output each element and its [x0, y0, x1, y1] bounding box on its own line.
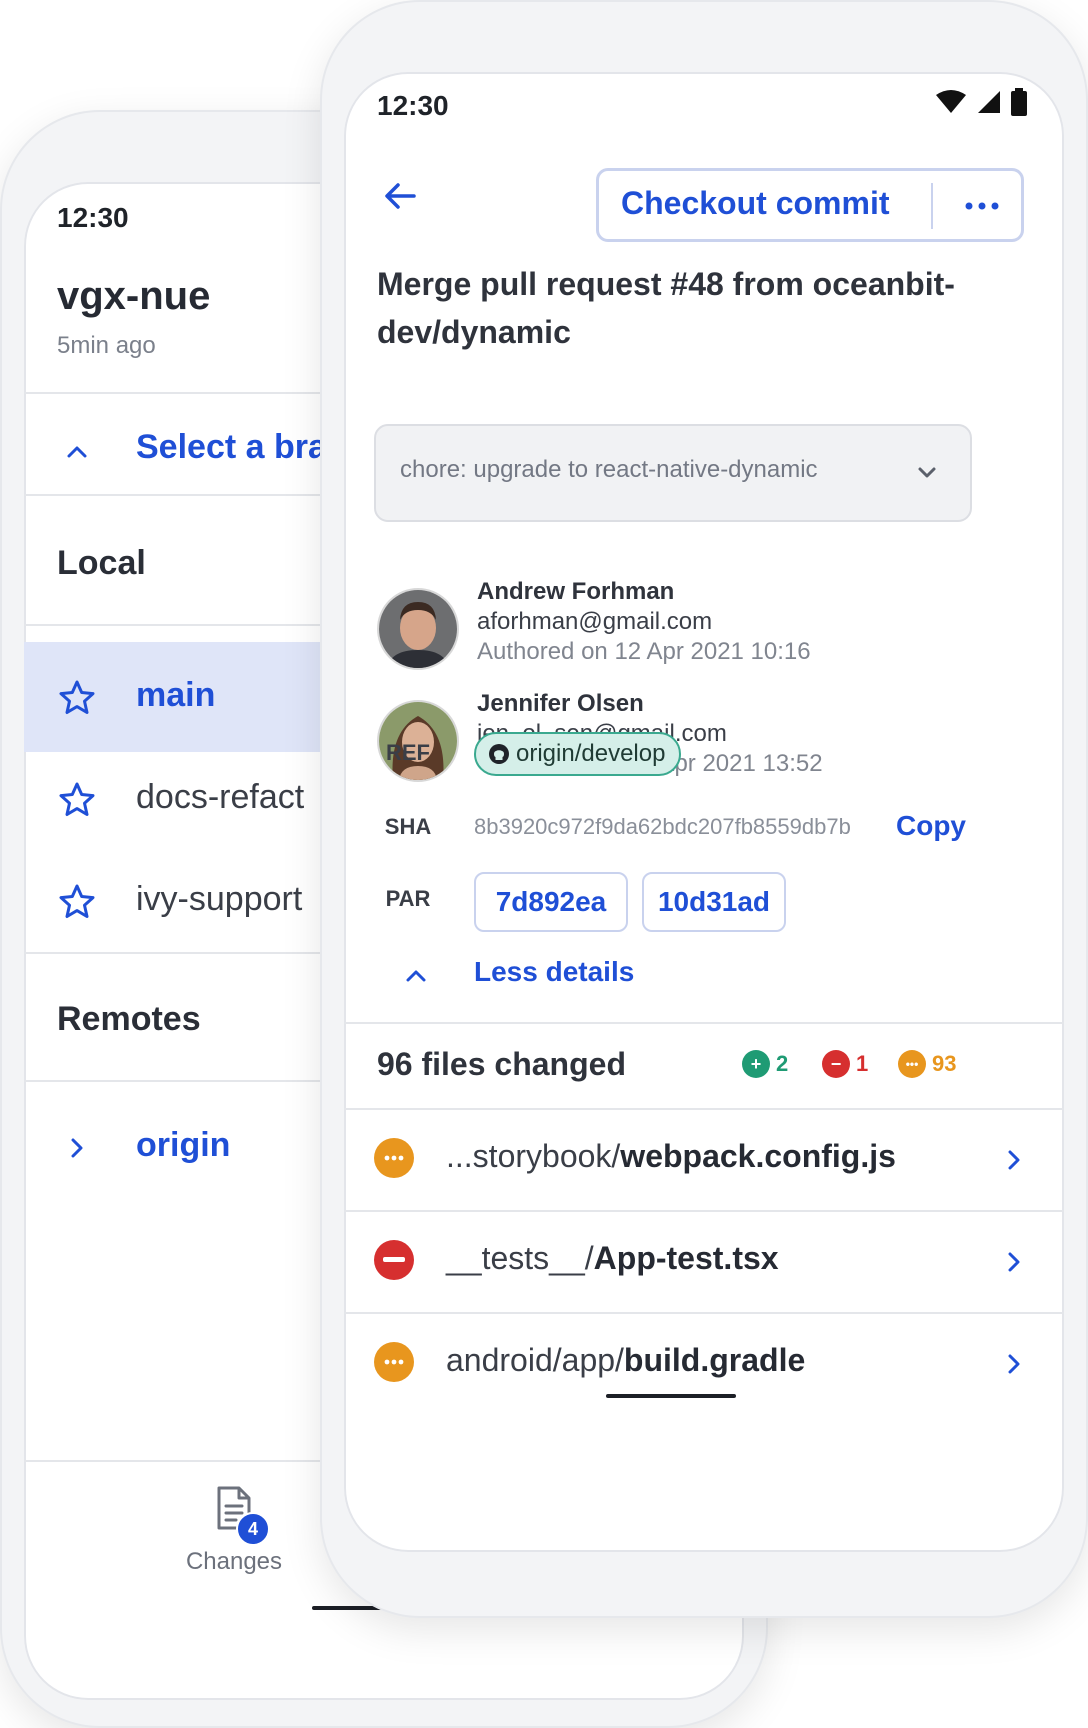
more-dots-icon	[965, 202, 999, 210]
checkout-commit-button[interactable]: Checkout commit	[621, 185, 889, 222]
sha-value: 8b3920c972f9da62bdc207fb8559db7b	[474, 814, 851, 839]
repo-name: vgx-nue	[57, 274, 211, 318]
branch-label: docs-refact	[136, 778, 305, 816]
remote-label: origin	[136, 1126, 231, 1164]
file-row[interactable]: __tests__/App-test.tsx	[344, 1212, 1064, 1312]
less-details-toggle[interactable]: Less details	[396, 956, 696, 1000]
committer-name: Jennifer Olsen	[477, 690, 644, 717]
status-icons	[934, 88, 1028, 116]
file-path: ...storybook/webpack.config.js	[446, 1138, 896, 1174]
sha-label: SHA	[384, 814, 432, 839]
star-icon[interactable]	[57, 780, 97, 820]
wifi-icon	[936, 90, 966, 113]
author-date: Authored on 12 Apr 2021 10:16	[477, 638, 811, 665]
signal-icon	[978, 91, 1000, 113]
local-section-title: Local	[57, 544, 146, 582]
modified-icon	[374, 1342, 414, 1382]
minus-icon: −	[822, 1050, 850, 1078]
commit-message-select[interactable]: chore: upgrade to react-native-dynamic	[374, 424, 972, 522]
removed-count: 1	[856, 1051, 869, 1076]
tab-label: Changes	[185, 1548, 283, 1575]
removed-icon	[374, 1240, 414, 1280]
file-row[interactable]: android/app/build.gradle	[344, 1314, 1064, 1414]
more-options-button[interactable]	[937, 171, 1027, 241]
commit-details-screen: 12:30 Checkout commit Merge pull request…	[344, 72, 1064, 1552]
file-row[interactable]: ...storybook/webpack.config.js	[344, 1110, 1064, 1210]
remotes-section-title: Remotes	[57, 1000, 201, 1038]
chevron-right-icon	[1008, 1252, 1020, 1272]
added-count: 2	[776, 1051, 789, 1076]
star-icon[interactable]	[57, 882, 97, 922]
modified-count: 93	[932, 1051, 957, 1076]
parent-commit-button[interactable]: 7d892ea	[474, 872, 628, 932]
changes-count-badge: 4	[236, 1512, 270, 1546]
github-icon	[489, 744, 509, 764]
chevron-right-icon	[1008, 1150, 1020, 1170]
files-changed-count: 96 files changed	[377, 1046, 626, 1082]
avatar	[377, 588, 459, 670]
modified-icon	[374, 1138, 414, 1178]
tab-changes[interactable]: 4 Changes	[174, 1482, 294, 1576]
commit-title: Merge pull request #48 from oceanbit-dev…	[377, 266, 955, 350]
file-path: __tests__/App-test.tsx	[446, 1240, 779, 1276]
author-name: Andrew Forhman	[477, 578, 675, 605]
chevron-right-icon	[1008, 1354, 1020, 1374]
select-branch-label: Select a bra	[136, 428, 327, 466]
status-time: 12:30	[377, 90, 449, 121]
front-phone-frame: 12:30 Checkout commit Merge pull request…	[320, 0, 1088, 1618]
author-email: aforhman@gmail.com	[477, 608, 713, 635]
less-details-label: Less details	[474, 956, 635, 987]
author-info: Andrew Forhman aforhman@gmail.com Author…	[377, 578, 997, 688]
status-time: 12:30	[57, 202, 129, 233]
checkout-commit-group: Checkout commit	[596, 168, 1024, 242]
removed-stat: − 1	[822, 1050, 868, 1078]
battery-icon	[1011, 88, 1027, 116]
back-arrow-icon[interactable]	[380, 176, 420, 216]
committer-info: Jennifer Olsen jen_ol_sen@gmail.com Comm…	[377, 690, 997, 800]
ref-badge[interactable]: origin/develop	[474, 732, 682, 776]
home-indicator[interactable]	[606, 1394, 736, 1398]
star-icon[interactable]	[57, 678, 97, 718]
commit-message-value: chore: upgrade to react-native-dynamic	[400, 456, 818, 483]
parent-commit-button[interactable]: 10d31ad	[642, 872, 786, 932]
modified-stat: ••• 93	[898, 1050, 956, 1078]
chevron-down-icon	[918, 467, 936, 478]
plus-icon: +	[742, 1050, 770, 1078]
branch-label: ivy-support	[136, 880, 303, 918]
divider	[931, 183, 933, 229]
dots-icon: •••	[898, 1050, 926, 1078]
copy-sha-button[interactable]: Copy	[896, 810, 966, 842]
divider	[344, 1022, 1064, 1024]
added-stat: + 2	[742, 1050, 788, 1078]
repo-updated: 5min ago	[57, 332, 156, 359]
ref-label: REF	[386, 740, 430, 765]
chevron-up-icon	[67, 446, 87, 458]
chevron-up-icon	[406, 970, 426, 982]
file-path: android/app/build.gradle	[446, 1342, 806, 1378]
ref-value: origin/develop	[516, 740, 666, 767]
branch-label: main	[136, 676, 216, 714]
parents-label: PAR	[385, 886, 431, 911]
chevron-right-icon	[71, 1138, 83, 1158]
